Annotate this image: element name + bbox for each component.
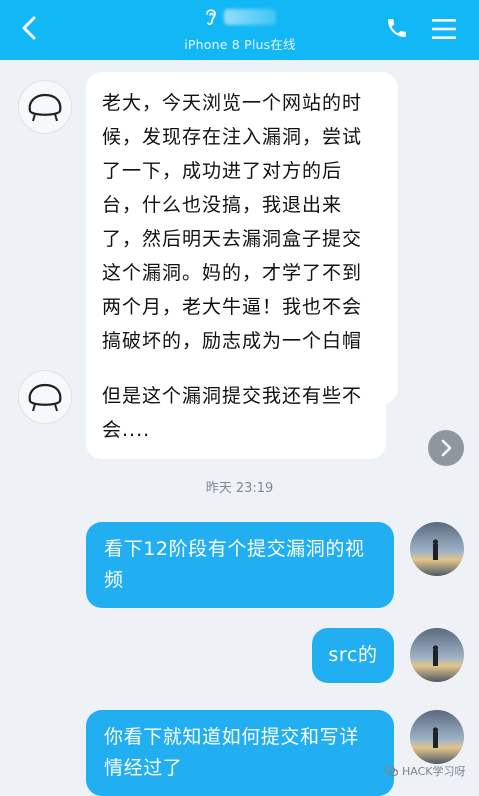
contact-name-redacted (224, 9, 276, 25)
chevron-right-icon (441, 439, 452, 457)
sunset-silhouette-avatar-icon (410, 522, 464, 576)
message-bubble-sent[interactable]: 你看下就知道如何提交和写详情经过了 (86, 710, 394, 796)
ear-icon (206, 9, 216, 25)
message-bubble-received[interactable]: 但是这个漏洞提交我还有些不会.... (86, 365, 386, 459)
hamburger-menu-icon[interactable] (431, 16, 457, 42)
watermark: HACK学习呀 (384, 763, 466, 779)
message-text: 但是这个漏洞提交我还有些不会.... (102, 385, 363, 441)
message-bubble-sent[interactable]: src的 (312, 628, 394, 683)
message-timestamp: 昨天 23:19 (205, 481, 274, 496)
message-text: 老大，今天浏览一个网站的时候，发现存在注入漏洞，尝试了一下，成功进了对方的后台，… (102, 92, 363, 386)
watermark-text: HACK学习呀 (402, 765, 466, 778)
message-text: 你看下就知道如何提交和写详情经过了 (104, 726, 359, 779)
contact-avatar[interactable] (18, 80, 72, 134)
forward-button[interactable] (428, 430, 464, 466)
sunset-silhouette-avatar-icon (410, 710, 464, 764)
chat-header: iPhone 8 Plus在线 (0, 0, 479, 60)
message-text: 看下12阶段有个提交漏洞的视频 (104, 538, 365, 591)
message-text: src的 (328, 644, 378, 666)
wechat-icon (384, 765, 398, 777)
user-avatar[interactable] (410, 522, 464, 576)
sunset-silhouette-avatar-icon (410, 628, 464, 682)
chat-title[interactable]: iPhone 8 Plus在线 (140, 6, 340, 53)
face-doodle-icon (28, 93, 62, 122)
message-bubble-sent[interactable]: 看下12阶段有个提交漏洞的视频 (86, 522, 394, 608)
chevron-left-icon[interactable] (16, 14, 44, 42)
message-bubble-received[interactable]: 老大，今天浏览一个网站的时候，发现存在注入漏洞，尝试了一下，成功进了对方的后台，… (86, 72, 398, 404)
phone-icon[interactable] (385, 16, 409, 40)
face-doodle-icon (28, 383, 62, 412)
contact-avatar[interactable] (18, 370, 72, 424)
device-status-text: iPhone 8 Plus在线 (184, 37, 296, 52)
user-avatar[interactable] (410, 710, 464, 764)
user-avatar[interactable] (410, 628, 464, 682)
